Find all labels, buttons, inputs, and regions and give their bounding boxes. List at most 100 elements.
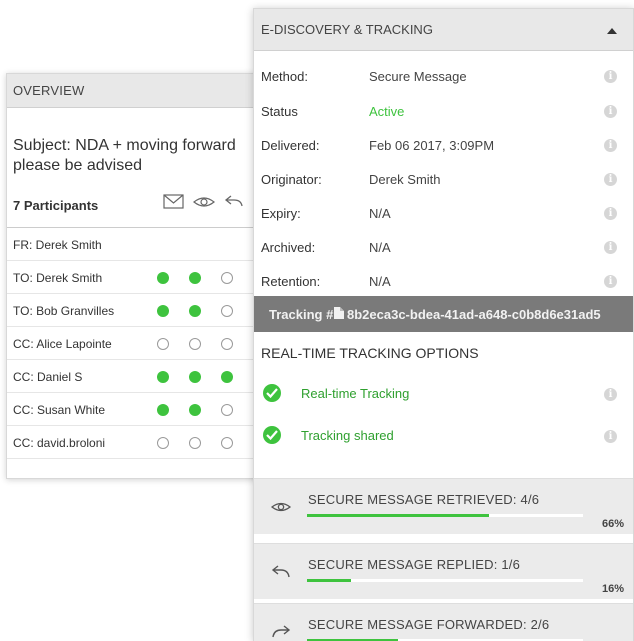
field-row: Delivered: Feb 06 2017, 3:09PM i <box>254 128 633 162</box>
stat-label: SECURE MESSAGE REPLIED: 1/6 <box>308 557 521 572</box>
stat-percent: 66% <box>601 518 624 530</box>
field-value: Derek Smith <box>369 172 441 187</box>
tracking-number-bar: Tracking #: 8b2eca3c-bdea-41ad-a648-c0b8… <box>254 296 633 332</box>
participant-name: CC: Daniel S <box>13 370 83 384</box>
reply-icon <box>223 194 245 212</box>
info-icon[interactable]: i <box>604 105 617 118</box>
participant-name: FR: Derek Smith <box>13 238 102 252</box>
collapse-arrow-icon[interactable] <box>607 28 617 34</box>
field-row: Archived: N/A i <box>254 230 633 264</box>
viewed-status-dot <box>189 338 201 350</box>
progress-fill <box>307 579 352 582</box>
delivered-status-dot <box>157 437 169 449</box>
field-value: N/A <box>369 274 391 289</box>
checkmark-icon[interactable] <box>263 384 281 402</box>
info-icon[interactable]: i <box>604 139 617 152</box>
progress-bar <box>307 579 583 582</box>
delivered-status-dot <box>157 305 169 317</box>
checkmark-icon[interactable] <box>263 426 281 444</box>
delivered-status-dot <box>157 371 169 383</box>
viewed-status-dot <box>189 305 201 317</box>
stat-block: SECURE MESSAGE REPLIED: 1/6 16% <box>254 543 633 599</box>
field-label: Expiry: <box>261 206 301 221</box>
stat-label: SECURE MESSAGE FORWARDED: 2/6 <box>308 617 550 632</box>
participant-name: CC: david.broloni <box>13 436 106 450</box>
ediscovery-header[interactable]: E-DISCOVERY & TRACKING <box>254 9 633 51</box>
field-label: Method: <box>261 69 308 84</box>
stat-block: SECURE MESSAGE FORWARDED: 2/633% <box>254 603 633 641</box>
replied-status-dot <box>221 305 233 317</box>
field-value: Secure Message <box>369 69 467 84</box>
participant-row[interactable]: TO: Bob Granvilles <box>7 294 273 327</box>
field-row: Status Active i <box>254 94 633 128</box>
info-icon[interactable]: i <box>604 241 617 254</box>
overview-panel: OVERVIEW Subject: NDA + moving forward p… <box>6 73 274 479</box>
progress-fill <box>307 514 490 517</box>
participant-name: TO: Derek Smith <box>13 271 103 285</box>
field-row: Originator: Derek Smith i <box>254 162 633 196</box>
replied-status-dot <box>221 437 233 449</box>
participant-row[interactable]: CC: Susan White <box>7 393 273 426</box>
participant-name: CC: Susan White <box>13 403 106 417</box>
delivered-status-dot <box>157 404 169 416</box>
participant-row[interactable]: TO: Derek Smith <box>7 261 273 294</box>
realtime-options-title: REAL-TIME TRACKING OPTIONS <box>261 345 479 361</box>
progress-bar <box>307 514 583 517</box>
field-label: Archived: <box>261 240 316 255</box>
field-label: Retention: <box>261 274 321 289</box>
viewed-status-dot <box>189 272 201 284</box>
tracking-number[interactable]: 8b2eca3c-bdea-41ad-a648-c0b8d6e31ad5 <box>347 307 601 322</box>
message-subject: Subject: NDA + moving forward please be … <box>13 137 236 174</box>
field-value: Feb 06 2017, 3:09PM <box>369 138 495 153</box>
stat-percent: 16% <box>601 583 624 595</box>
field-label: Status <box>261 104 298 119</box>
participant-row[interactable]: CC: Daniel S <box>7 360 273 393</box>
reply-icon <box>271 565 291 581</box>
ediscovery-title: E-DISCOVERY & TRACKING <box>261 22 433 37</box>
replied-status-dot <box>221 371 233 383</box>
overview-header: OVERVIEW <box>7 74 273 108</box>
realtime-option-label: Tracking shared <box>301 428 394 443</box>
envelope-icon <box>163 194 185 212</box>
document-icon <box>333 306 345 320</box>
participant-row[interactable]: CC: david.broloni <box>7 426 273 459</box>
eye-icon <box>193 194 215 212</box>
replied-status-dot <box>221 338 233 350</box>
field-row: Expiry: N/A i <box>254 196 633 230</box>
field-label: Delivered: <box>261 138 320 153</box>
replied-status-dot <box>221 272 233 284</box>
stat-label: SECURE MESSAGE RETRIEVED: 4/6 <box>308 492 540 507</box>
realtime-option-row[interactable]: Tracking shared i <box>254 418 633 454</box>
replied-status-dot <box>221 404 233 416</box>
field-row: Retention: N/A i <box>254 264 633 298</box>
viewed-status-dot <box>189 404 201 416</box>
field-value: N/A <box>369 206 391 221</box>
participant-name: CC: Alice Lapointe <box>13 337 112 351</box>
tracking-label: Tracking #: <box>269 307 338 322</box>
info-icon[interactable]: i <box>604 430 617 443</box>
participant-name: TO: Bob Granvilles <box>13 304 115 318</box>
participant-row[interactable]: CC: Alice Lapointe <box>7 327 273 360</box>
participants-header: 7 Participants <box>13 194 275 216</box>
realtime-option-label: Real-time Tracking <box>301 386 410 401</box>
field-row: Method: Secure Message i <box>254 59 633 93</box>
realtime-option-row[interactable]: Real-time Tracking i <box>254 376 633 412</box>
overview-title: OVERVIEW <box>13 83 85 98</box>
participants-count: 7 Participants <box>13 198 99 213</box>
field-value: Active <box>369 104 405 119</box>
info-icon[interactable]: i <box>604 388 617 401</box>
forward-icon <box>271 625 291 641</box>
info-icon[interactable]: i <box>604 173 617 186</box>
info-icon[interactable]: i <box>604 70 617 83</box>
delivered-status-dot <box>157 272 169 284</box>
eye-icon <box>270 500 292 516</box>
viewed-status-dot <box>189 437 201 449</box>
viewed-status-dot <box>189 371 201 383</box>
info-icon[interactable]: i <box>604 207 617 220</box>
participant-row[interactable]: FR: Derek Smith <box>7 228 273 261</box>
field-value: N/A <box>369 240 391 255</box>
info-icon[interactable]: i <box>604 275 617 288</box>
field-label: Originator: <box>261 172 322 187</box>
stat-block: SECURE MESSAGE RETRIEVED: 4/6 66% <box>254 478 633 534</box>
delivered-status-dot <box>157 338 169 350</box>
